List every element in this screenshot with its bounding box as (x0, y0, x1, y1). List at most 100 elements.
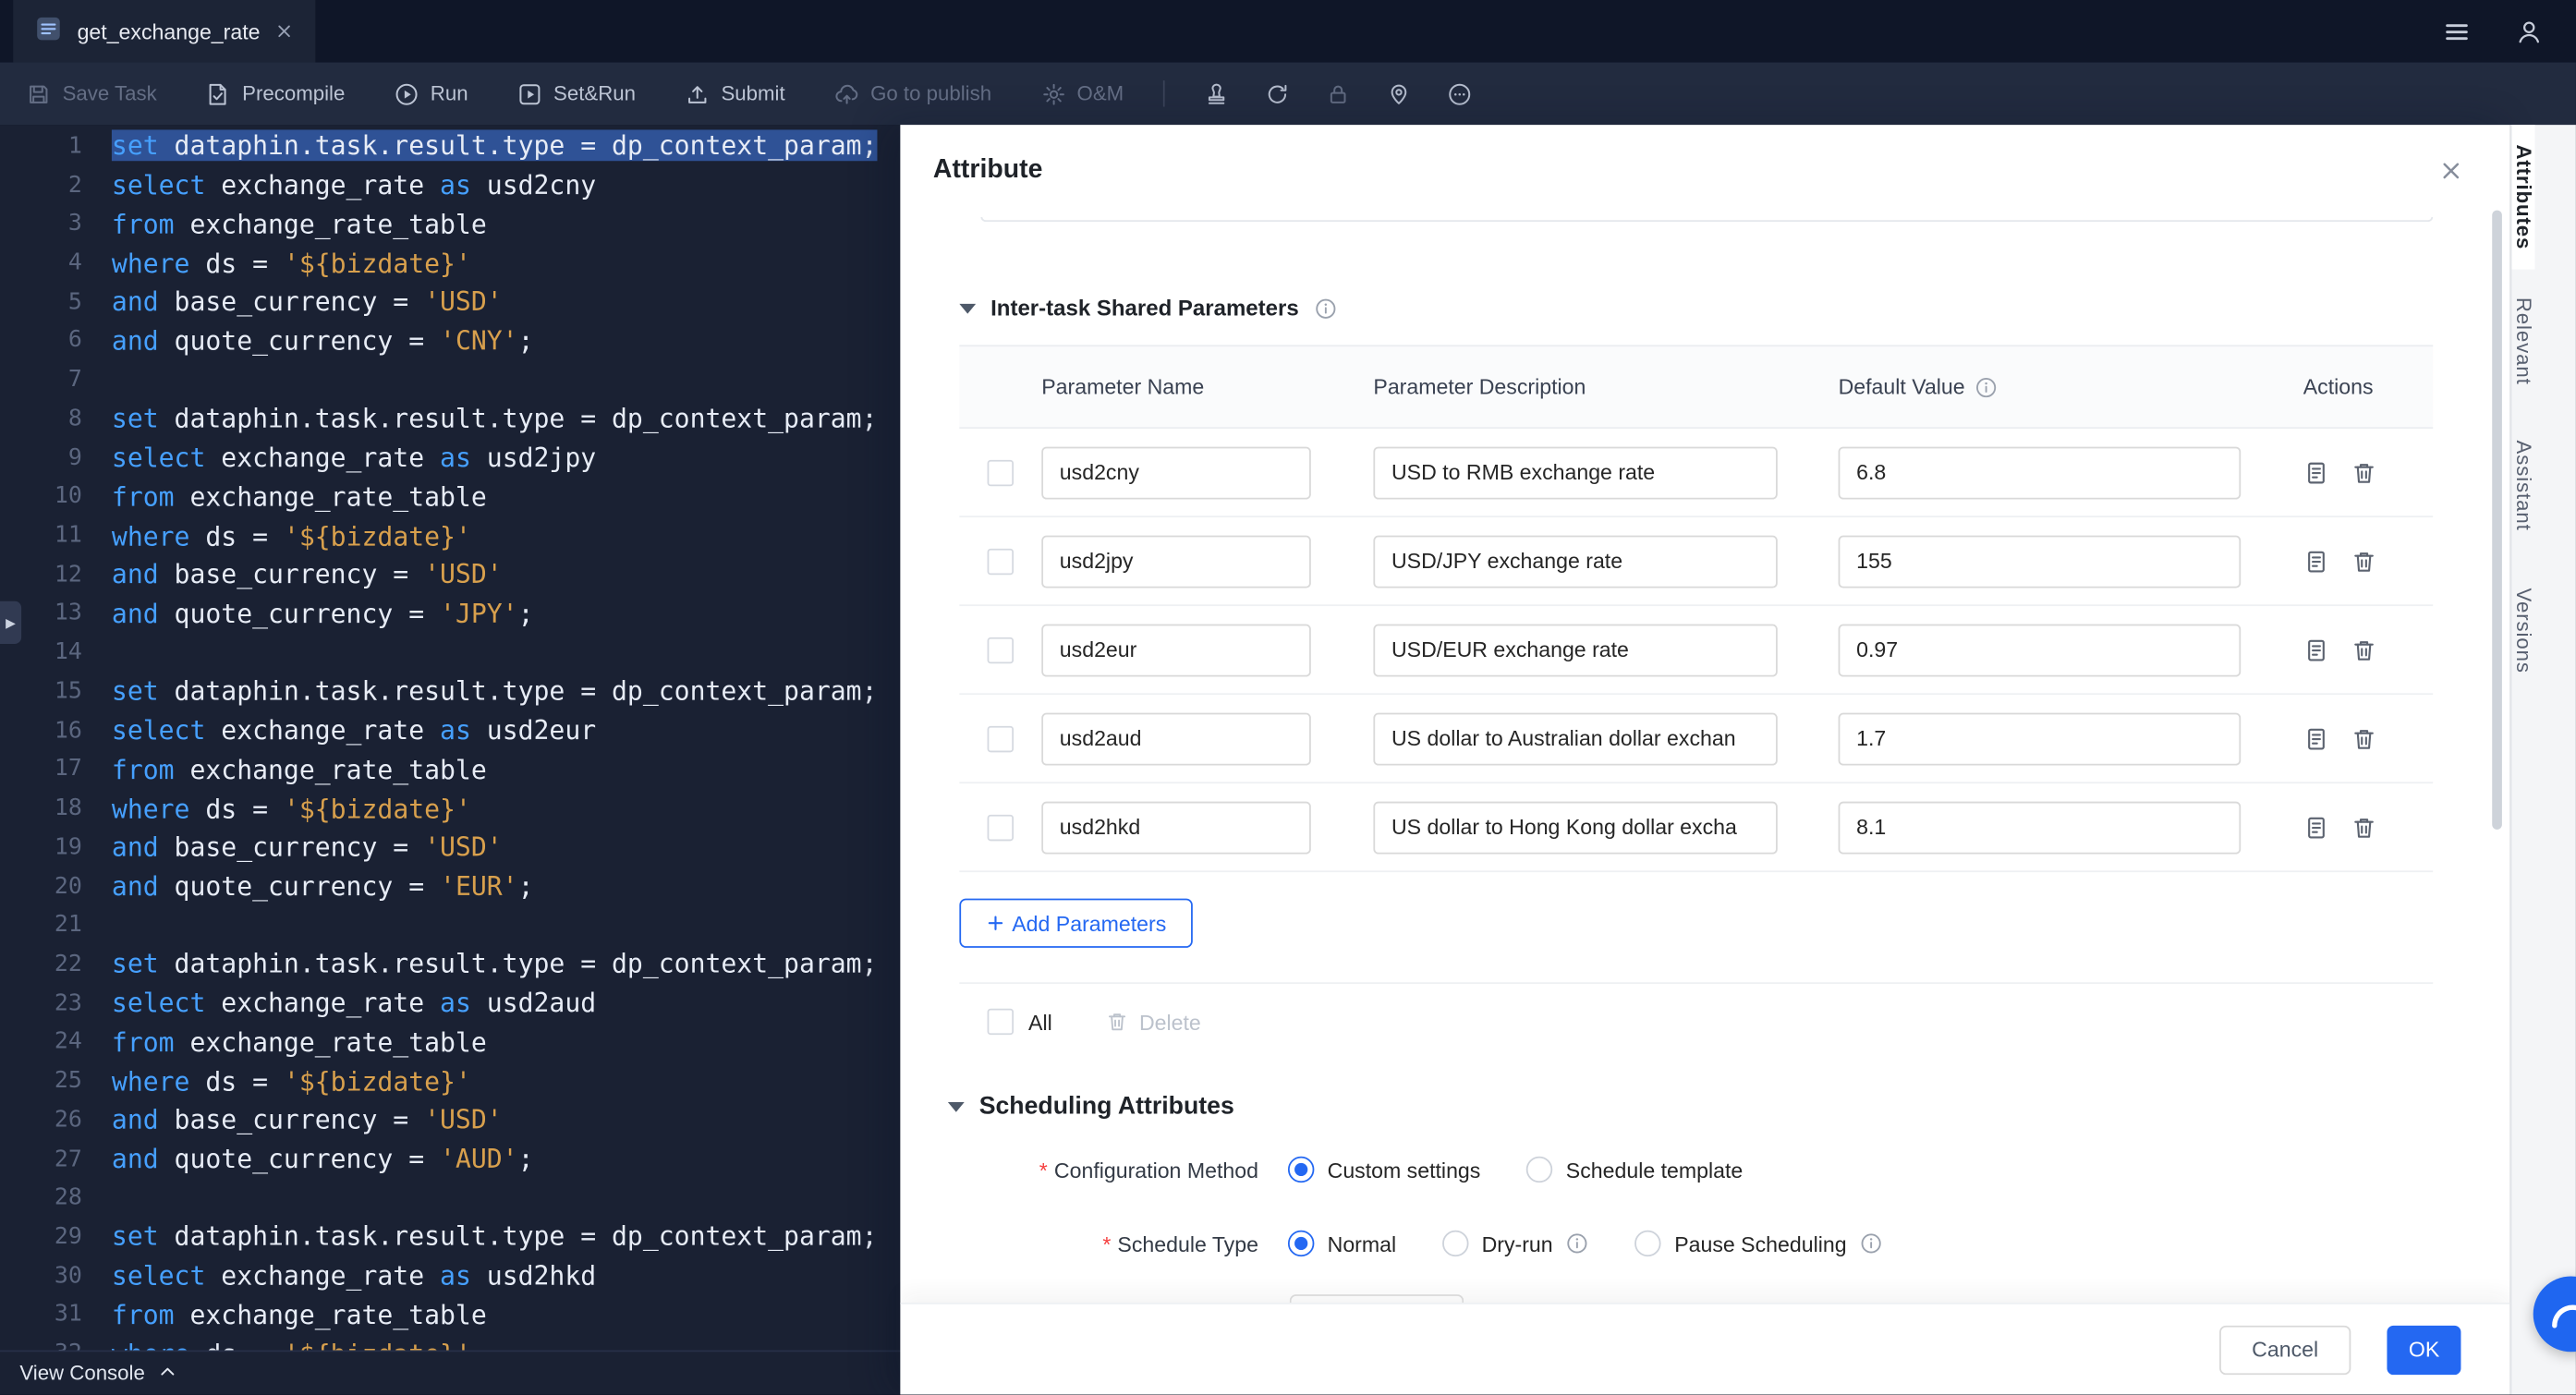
trash-icon[interactable] (2351, 637, 2376, 662)
location-icon[interactable] (1387, 81, 1412, 106)
code-line[interactable]: 23 select exchange_rate as usd2aud (0, 984, 900, 1023)
parameter-description-input[interactable] (1373, 623, 1778, 676)
code-line[interactable]: 11 where ds = '${bizdate}' (0, 516, 900, 555)
code-line[interactable]: 24 from exchange_rate_table (0, 1023, 900, 1061)
parameter-name-input[interactable] (1041, 534, 1311, 588)
toolbar-precompile-button[interactable]: Precompile (206, 81, 345, 106)
radio-unselected[interactable] (1526, 1156, 1553, 1183)
row-checkbox[interactable] (987, 724, 1015, 752)
radio-unselected[interactable] (1634, 1230, 1662, 1257)
code-line[interactable]: 20 and quote_currency = 'EUR'; (0, 867, 900, 905)
toolbar-run-button[interactable]: Run (395, 81, 468, 106)
more-icon[interactable] (1447, 81, 1472, 106)
row-checkbox[interactable] (987, 458, 1015, 486)
parameter-description-input[interactable] (1373, 711, 1778, 765)
radio-unselected[interactable] (1441, 1230, 1469, 1257)
code-line[interactable]: 10 from exchange_rate_table (0, 477, 900, 516)
code-line[interactable]: 3 from exchange_rate_table (0, 204, 900, 243)
cancel-button[interactable]: Cancel (2218, 1325, 2351, 1375)
document-icon[interactable] (2303, 637, 2329, 662)
panel-scrollbar[interactable] (2492, 210, 2502, 830)
radio-selected[interactable] (1287, 1156, 1315, 1183)
code-line[interactable]: 22 set dataphin.task.result.type = dp_con… (0, 945, 900, 984)
document-icon[interactable] (2303, 814, 2329, 840)
row-checkbox[interactable] (987, 813, 1015, 841)
document-icon[interactable] (2303, 725, 2329, 751)
parameter-description-input[interactable] (1373, 445, 1778, 499)
tab-close-icon[interactable] (274, 21, 294, 41)
info-icon[interactable] (1975, 375, 1998, 398)
default-value-input[interactable] (1838, 445, 2242, 499)
code-line[interactable]: 15 set dataphin.task.result.type = dp_con… (0, 672, 900, 710)
select-all-checkbox[interactable] (987, 1008, 1015, 1036)
menu-icon[interactable] (2443, 18, 2471, 45)
document-icon[interactable] (2303, 459, 2329, 485)
sql-editor[interactable]: 1 set dataphin.task.result.type = dp_cont… (0, 125, 901, 1395)
caret-down-icon[interactable] (947, 1101, 965, 1111)
default-value-input[interactable] (1838, 534, 2242, 588)
panel-expand-button[interactable]: ▶ (0, 600, 22, 644)
toolbar-submit-button[interactable]: Submit (685, 81, 785, 106)
radio-option-normal[interactable]: Normal (1287, 1230, 1396, 1257)
radio-selected[interactable] (1287, 1230, 1315, 1257)
code-line[interactable]: 29 set dataphin.task.result.type = dp_con… (0, 1218, 900, 1256)
add-parameters-button[interactable]: Add Parameters (959, 898, 1193, 948)
refresh-icon[interactable] (1265, 81, 1290, 106)
trash-icon[interactable] (2351, 814, 2376, 840)
code-line[interactable]: 31 from exchange_rate_table (0, 1295, 900, 1334)
parameter-name-input[interactable] (1041, 800, 1311, 854)
code-line[interactable]: 19 and base_currency = 'USD' (0, 828, 900, 867)
info-icon[interactable] (1860, 1232, 1883, 1256)
code-line[interactable]: 25 where ds = '${bizdate}' (0, 1061, 900, 1100)
code-line[interactable]: 6 and quote_currency = 'CNY'; (0, 321, 900, 360)
default-value-input[interactable] (1838, 623, 2242, 676)
parameter-description-input[interactable] (1373, 534, 1778, 588)
side-tab-assistant[interactable]: Assistant (2512, 414, 2535, 558)
side-tab-versions[interactable]: Versions (2512, 559, 2535, 703)
radio-option-schedule-template[interactable]: Schedule template (1526, 1156, 1743, 1183)
code-line[interactable]: 17 from exchange_rate_table (0, 750, 900, 789)
code-line[interactable]: 30 select exchange_rate as usd2hkd (0, 1256, 900, 1295)
code-line[interactable]: 27 and quote_currency = 'AUD'; (0, 1139, 900, 1178)
code-line[interactable]: 2 select exchange_rate as usd2cny (0, 165, 900, 204)
row-checkbox[interactable] (987, 636, 1015, 663)
trash-icon[interactable] (2351, 725, 2376, 751)
code-line[interactable]: 13 and quote_currency = 'JPY'; (0, 594, 900, 633)
code-line[interactable]: 16 select exchange_rate as usd2eur (0, 710, 900, 749)
parameter-description-input[interactable] (1373, 800, 1778, 854)
trash-icon[interactable] (2351, 459, 2376, 485)
default-value-input[interactable] (1838, 800, 2242, 854)
toolbar-set-run-button[interactable]: Set&Run (517, 81, 636, 106)
document-icon[interactable] (2303, 548, 2329, 574)
close-icon[interactable] (2438, 158, 2464, 184)
side-tab-relevant[interactable]: Relevant (2512, 270, 2535, 414)
radio-option-custom-settings[interactable]: Custom settings (1287, 1156, 1480, 1183)
assistant-fab[interactable] (2533, 1276, 2576, 1353)
code-line[interactable]: 12 and base_currency = 'USD' (0, 555, 900, 594)
row-checkbox[interactable] (987, 547, 1015, 575)
view-console-bar[interactable]: View Console (0, 1351, 901, 1395)
code-line[interactable]: 8 set dataphin.task.result.type = dp_cont… (0, 399, 900, 438)
caret-down-icon[interactable] (959, 303, 977, 313)
side-tab-attributes[interactable]: Attributes (2511, 125, 2535, 270)
code-line[interactable]: 18 where ds = '${bizdate}' (0, 789, 900, 828)
default-value-input[interactable] (1838, 711, 2242, 765)
code-line[interactable]: 1 set dataphin.task.result.type = dp_cont… (0, 127, 900, 165)
file-tab[interactable]: get_exchange_rate (13, 0, 316, 63)
parameter-name-input[interactable] (1041, 445, 1311, 499)
ok-button[interactable]: OK (2387, 1325, 2461, 1375)
code-line[interactable]: 21 (0, 905, 900, 944)
trash-icon[interactable] (2351, 548, 2376, 574)
code-line[interactable]: 14 (0, 633, 900, 672)
code-line[interactable]: 26 and base_currency = 'USD' (0, 1100, 900, 1139)
code-line[interactable]: 28 (0, 1179, 900, 1218)
radio-option-pause-scheduling[interactable]: Pause Scheduling (1634, 1230, 1883, 1257)
code-line[interactable]: 4 where ds = '${bizdate}' (0, 243, 900, 282)
parameter-name-input[interactable] (1041, 623, 1311, 676)
radio-option-dry-run[interactable]: Dry-run (1441, 1230, 1589, 1257)
parameter-name-input[interactable] (1041, 711, 1311, 765)
code-line[interactable]: 7 (0, 360, 900, 399)
code-line[interactable]: 5 and base_currency = 'USD' (0, 283, 900, 321)
code-line[interactable]: 9 select exchange_rate as usd2jpy (0, 438, 900, 477)
info-icon[interactable] (1314, 297, 1337, 320)
